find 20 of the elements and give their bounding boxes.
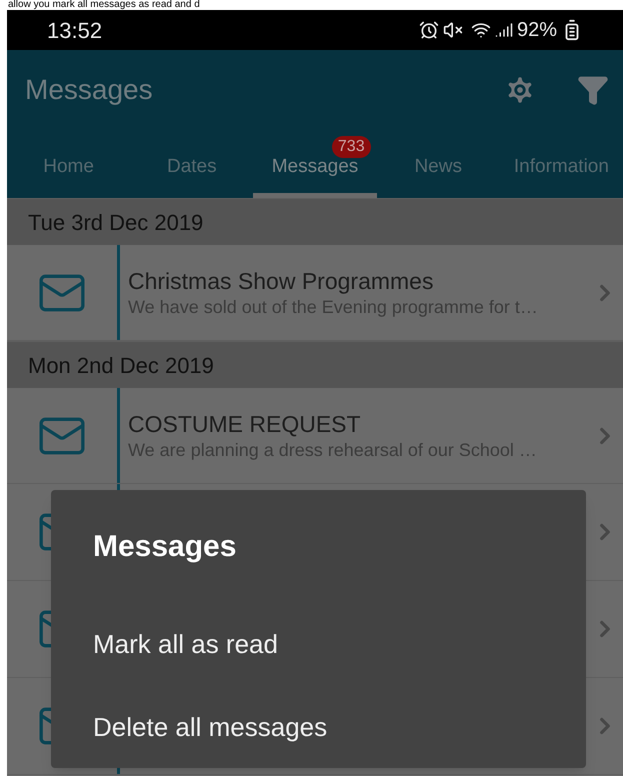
filter-button[interactable] xyxy=(577,74,609,106)
alarm-icon xyxy=(418,20,439,40)
count-badge: 733 xyxy=(332,136,371,158)
date-label: Mon 2nd Dec 2019 xyxy=(28,352,214,380)
status-time: 13:52 xyxy=(47,16,102,44)
battery-percent: 92% xyxy=(516,18,557,43)
tab[interactable]: Home xyxy=(7,130,130,198)
app-title: Messages xyxy=(25,73,153,107)
caption-text: allow you mark all messages as read and d xyxy=(8,0,200,10)
dialog-option[interactable]: Mark all as read xyxy=(93,602,278,685)
date-label: Tue 3rd Dec 2019 xyxy=(28,208,204,236)
message-title: COSTUME REQUEST xyxy=(128,410,362,439)
mute-icon xyxy=(442,20,463,40)
message-title: Christmas Show Programmes xyxy=(128,266,434,296)
dialog-option[interactable]: Delete all messages xyxy=(93,685,328,768)
tab[interactable]: News xyxy=(376,130,500,198)
tab[interactable]: Dates xyxy=(130,130,254,198)
signal-icon xyxy=(494,21,513,39)
tab[interactable]: Information xyxy=(500,130,623,198)
dialog-title: Messages xyxy=(93,532,238,562)
